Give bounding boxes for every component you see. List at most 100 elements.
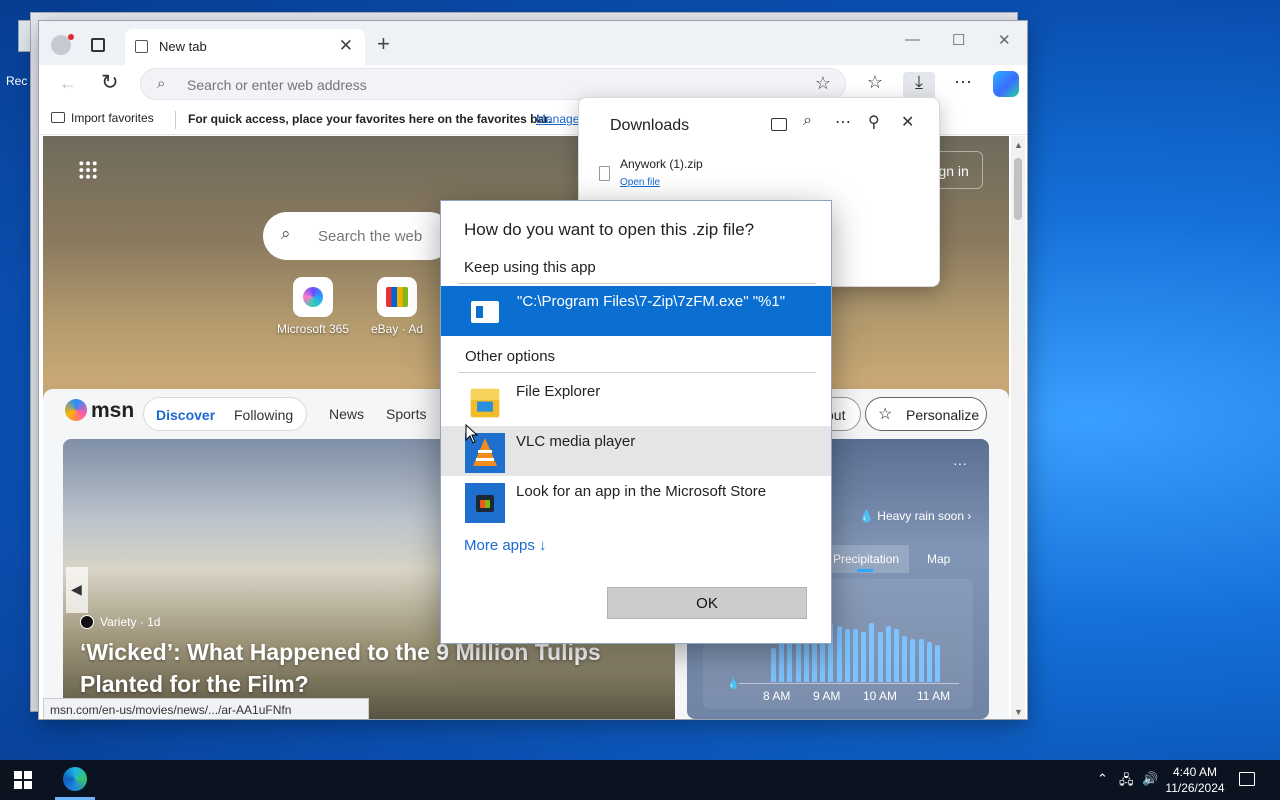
close-tab-icon[interactable]: ✕: [339, 36, 353, 56]
tab-sports[interactable]: Sports: [386, 406, 426, 422]
app-option-7zip[interactable]: "C:\Program Files\7-Zip\7zFM.exe" "%1": [441, 286, 831, 336]
precipitation-bar: [771, 647, 776, 682]
keep-using-heading: Keep using this app: [464, 259, 596, 276]
article-title[interactable]: ‘Wicked’: What Happened to the 9 Million…: [80, 636, 640, 700]
page-scrollbar[interactable]: ▲ ▼: [1011, 136, 1025, 719]
search-icon: ⌕: [281, 224, 291, 243]
taskbar-edge-button[interactable]: [55, 760, 95, 800]
precipitation-bar: [918, 638, 924, 682]
add-favorite-icon[interactable]: ☆: [815, 73, 831, 94]
maximize-button[interactable]: ☐: [952, 31, 965, 49]
address-input[interactable]: [187, 74, 747, 96]
profile-notification-dot: [68, 34, 74, 40]
tab-precipitation[interactable]: Precipitation: [829, 545, 909, 573]
system-clock[interactable]: 4:40 AM 11/26/2024: [1158, 764, 1232, 796]
tab-map[interactable]: Map: [927, 552, 950, 566]
msn-logo[interactable]: msn: [65, 399, 134, 423]
chart-x-tick-label: 8 AM: [763, 689, 791, 703]
web-search-box[interactable]: ⌕ Search the web: [263, 212, 453, 260]
ok-button[interactable]: OK: [607, 587, 807, 619]
quick-link-microsoft-365[interactable]: Microsoft 365: [273, 277, 353, 336]
download-file-name[interactable]: Anywork (1).zip: [620, 157, 703, 171]
notifications-icon[interactable]: [1239, 772, 1255, 786]
quick-link-label: Microsoft 365: [276, 322, 350, 336]
search-icon: ⌕: [157, 75, 166, 92]
downloads-button[interactable]: ⤓: [903, 72, 935, 100]
app-launcher-icon[interactable]: [78, 160, 98, 180]
desktop: Rec New tab ✕ + — ☐ ✕ ← ↻ ⌕ ☆ ☆: [0, 0, 1280, 760]
weather-alert[interactable]: 💧 Heavy rain soon ›: [859, 509, 971, 523]
network-icon[interactable]: 🖧: [1119, 771, 1134, 793]
minimize-button[interactable]: —: [905, 31, 920, 48]
address-bar[interactable]: ⌕ ☆: [140, 68, 846, 100]
scroll-up-icon[interactable]: ▲: [1014, 140, 1023, 150]
import-favorites-button[interactable]: Import favorites: [51, 111, 154, 125]
more-options-icon[interactable]: ···: [953, 455, 967, 471]
volume-icon[interactable]: 🔊: [1142, 771, 1158, 787]
tab-new-tab[interactable]: New tab ✕: [125, 29, 365, 65]
chart-x-tick-label: 9 AM: [813, 689, 841, 703]
refresh-button[interactable]: ↻: [101, 70, 119, 95]
favorites-divider: [175, 111, 176, 129]
copilot-icon[interactable]: [993, 71, 1019, 97]
precipitation-bar: [926, 641, 932, 682]
settings-more-button[interactable]: ⋯: [947, 72, 979, 100]
personalize-label: Personalize: [906, 407, 980, 423]
clock-time: 4:40 AM: [1172, 765, 1218, 779]
app-option-vlc[interactable]: VLC media player: [441, 426, 831, 476]
precipitation-bar: [910, 638, 916, 682]
tab-bar: New tab ✕ + — ☐ ✕: [39, 21, 1027, 65]
scroll-thumb[interactable]: [1014, 158, 1022, 220]
quick-link-label: eBay · Ad: [370, 322, 424, 336]
search-downloads-icon[interactable]: ⌕: [803, 112, 812, 130]
tab-precipitation-label: Precipitation: [833, 552, 900, 566]
precipitation-bar: [861, 632, 867, 682]
recycle-bin-icon[interactable]: Rec: [0, 14, 34, 88]
more-options-icon[interactable]: ⋯: [835, 112, 851, 132]
show-hidden-icons-icon[interactable]: ⌃: [1097, 771, 1108, 787]
open-folder-icon[interactable]: [771, 118, 787, 131]
precipitation-bar: [844, 629, 850, 682]
back-button[interactable]: ←: [59, 73, 77, 94]
close-icon[interactable]: ✕: [901, 112, 914, 132]
manage-favorites-link[interactable]: Manage: [536, 112, 579, 126]
quick-link-ebay[interactable]: eBay · Ad: [357, 277, 437, 336]
app-option-microsoft-store[interactable]: Look for an app in the Microsoft Store: [441, 476, 831, 526]
tab-title: New tab: [159, 39, 207, 54]
edge-icon: [63, 767, 87, 791]
tab-news[interactable]: News: [329, 406, 364, 422]
clock-date: 11/26/2024: [1165, 781, 1225, 795]
new-tab-button[interactable]: +: [377, 31, 390, 57]
import-icon: [51, 112, 65, 123]
tab-following[interactable]: Following: [234, 407, 293, 423]
tab-discover[interactable]: Discover: [156, 407, 215, 423]
windows-start-icon[interactable]: [14, 771, 32, 789]
new-tab-page-icon: [135, 40, 148, 53]
active-tab-indicator: [857, 569, 873, 572]
carousel-prev-button[interactable]: ◀: [66, 567, 88, 613]
app-option-file-explorer[interactable]: File Explorer: [441, 376, 831, 426]
chart-x-tick-label: 10 AM: [863, 689, 898, 703]
weather-alert-text: Heavy rain soon: [877, 509, 964, 523]
feed-tab-group: Discover Following: [143, 397, 307, 431]
app-option-label: VLC media player: [516, 433, 636, 450]
open-file-link[interactable]: Open file: [620, 177, 660, 188]
app-option-label: File Explorer: [516, 383, 601, 400]
7zip-app-icon: [471, 301, 499, 323]
favorites-button[interactable]: ☆: [859, 72, 891, 100]
pin-icon[interactable]: ⚲: [868, 112, 880, 132]
microsoft-365-icon: [303, 287, 323, 307]
open-with-dialog: How do you want to open this .zip file? …: [440, 200, 832, 644]
scroll-down-icon[interactable]: ▼: [1014, 707, 1023, 717]
close-window-button[interactable]: ✕: [998, 31, 1011, 49]
more-apps-link[interactable]: More apps ↓: [464, 537, 547, 554]
publisher-logo-icon: [80, 615, 94, 629]
web-search-placeholder: Search the web: [318, 228, 423, 245]
file-icon: [599, 166, 610, 181]
status-url: msn.com/en-us/movies/news/.../ar-AA1uFNf…: [43, 698, 369, 719]
folder-icon: [470, 388, 500, 418]
app-option-label: "C:\Program Files\7-Zip\7zFM.exe" "%1": [517, 293, 786, 310]
msn-logo-text: msn: [91, 399, 135, 422]
tab-actions-icon[interactable]: [91, 38, 105, 52]
personalize-button[interactable]: ☆ Personalize: [865, 397, 987, 431]
